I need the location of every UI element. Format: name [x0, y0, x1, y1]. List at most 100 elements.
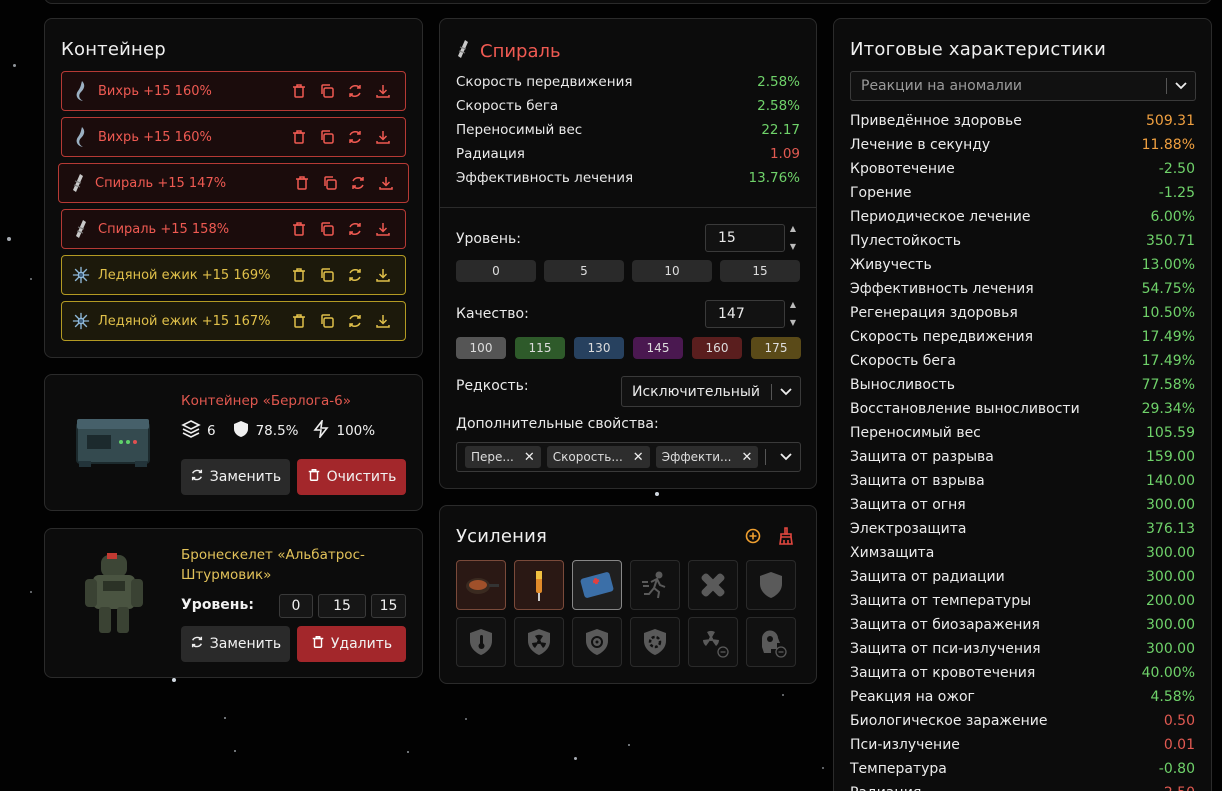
level-preset-button[interactable]: 0 [456, 260, 536, 282]
refresh-icon[interactable] [349, 175, 366, 192]
anomaly-reactions-select[interactable]: Реакции на аномалии [850, 71, 1196, 101]
artifact-row[interactable]: Ледяной ежик +15 169% [61, 255, 406, 295]
level-preset-button[interactable]: 10 [632, 260, 712, 282]
trash-icon[interactable] [290, 267, 307, 284]
boost-slot[interactable] [746, 617, 796, 667]
trash-icon[interactable] [290, 221, 307, 238]
quality-preset-button[interactable]: 175 [751, 337, 801, 359]
total-stat-label: Восстановление выносливости [850, 401, 1080, 417]
total-stat-label: Пулестойкость [850, 233, 962, 249]
total-stat-row: Восстановление выносливости 29.34% [850, 399, 1195, 419]
quality-stepper[interactable]: ▲ ▼ [788, 301, 798, 327]
armor-level-max[interactable]: 15 [371, 594, 406, 618]
armor-level-input[interactable]: 15 [318, 594, 366, 618]
artifact-header: Спираль [456, 39, 561, 63]
boost-slot[interactable] [456, 617, 506, 667]
artifact-row-name: Ледяной ежик +15 167% [98, 313, 271, 329]
refresh-icon[interactable] [346, 129, 363, 146]
total-stat-label: Электрозащита [850, 521, 967, 537]
boost-slot[interactable] [514, 560, 564, 610]
refresh-icon[interactable] [346, 313, 363, 330]
total-stat-row: Скорость бега 17.49% [850, 351, 1195, 371]
armor-level-min[interactable]: 0 [279, 594, 313, 618]
quality-preset-button[interactable]: 100 [456, 337, 506, 359]
chevron-down-icon [780, 449, 792, 465]
quality-preset-button[interactable]: 160 [692, 337, 742, 359]
refresh-icon[interactable] [346, 267, 363, 284]
close-icon[interactable]: ✕ [633, 450, 644, 465]
boost-slot[interactable] [688, 560, 738, 610]
delete-armor-button[interactable]: Удалить [297, 626, 406, 662]
boost-slot[interactable] [630, 617, 680, 667]
clear-container-button[interactable]: Очистить [297, 459, 406, 495]
copy-icon[interactable] [318, 129, 335, 146]
boost-slot[interactable] [688, 617, 738, 667]
artifact-row[interactable]: Ледяной ежик +15 167% [61, 301, 406, 341]
boost-slot[interactable] [630, 560, 680, 610]
quality-preset-button[interactable]: 145 [633, 337, 683, 359]
artifact-level-input[interactable]: 15 [705, 224, 785, 252]
copy-icon[interactable] [318, 221, 335, 238]
rarity-label: Редкость: [456, 378, 529, 394]
property-chip[interactable]: Скорость... ✕ [546, 446, 650, 468]
boost-slot[interactable] [572, 560, 622, 610]
total-stat-value: 13.00% [1141, 257, 1195, 273]
property-chip[interactable]: Эффекти... ✕ [655, 446, 759, 468]
level-preset-button[interactable]: 15 [720, 260, 800, 282]
copy-icon[interactable] [321, 175, 338, 192]
boost-slot[interactable] [514, 617, 564, 667]
add-circle-icon[interactable] [745, 528, 761, 548]
quality-preset-button[interactable]: 115 [515, 337, 565, 359]
download-icon[interactable] [377, 175, 394, 192]
property-chip[interactable]: Пере... ✕ [465, 446, 541, 468]
artifact-row[interactable]: Вихрь +15 160% [61, 117, 406, 157]
trash-icon [311, 635, 325, 653]
total-stat-label: Горение [850, 185, 912, 201]
download-icon[interactable] [374, 313, 391, 330]
copy-icon[interactable] [318, 313, 335, 330]
quality-preset-button[interactable]: 130 [574, 337, 624, 359]
total-stat-value: 4.58% [1150, 689, 1195, 705]
artifact-row-actions [290, 313, 391, 330]
download-icon[interactable] [374, 221, 391, 238]
copy-icon[interactable] [318, 83, 335, 100]
artifact-row[interactable]: Вихрь +15 160% [61, 71, 406, 111]
boost-slot[interactable] [456, 560, 506, 610]
trash-icon[interactable] [290, 129, 307, 146]
download-icon[interactable] [374, 267, 391, 284]
total-stat-row: Пси-излучение 0.01 [850, 735, 1195, 755]
trash-icon[interactable] [293, 175, 310, 192]
brush-clear-icon[interactable] [778, 527, 794, 549]
artifact-row[interactable]: Спираль +15 158% [61, 209, 406, 249]
boosts-title: Усиления [456, 526, 548, 547]
replace-label: Заменить [209, 636, 282, 652]
stat-label: Переносимый вес [456, 122, 583, 138]
artifact-row[interactable]: Спираль +15 147% [58, 163, 409, 203]
download-icon[interactable] [374, 83, 391, 100]
boost-slot[interactable] [746, 560, 796, 610]
close-icon[interactable]: ✕ [741, 450, 752, 465]
container-panel-title: Контейнер [61, 39, 166, 60]
total-stat-value: 10.50% [1141, 305, 1195, 321]
total-stat-value: 350.71 [1146, 233, 1195, 249]
extra-properties-select[interactable]: Пере... ✕ Скорость... ✕ Эффекти... ✕ [456, 442, 801, 472]
copy-icon[interactable] [318, 267, 335, 284]
boost-slot[interactable] [572, 617, 622, 667]
level-preset-button[interactable]: 5 [544, 260, 624, 282]
total-stat-row: Кровотечение -2.50 [850, 159, 1195, 179]
rarity-select[interactable]: Исключительный [621, 376, 801, 407]
total-stat-label: Скорость бега [850, 353, 956, 369]
artifact-stat-row: Радиация 1.09 [456, 146, 800, 162]
trash-icon[interactable] [290, 83, 307, 100]
download-icon[interactable] [374, 129, 391, 146]
replace-container-button[interactable]: Заменить [181, 459, 290, 495]
container-card-name: Контейнер «Берлога-6» [181, 393, 351, 409]
trash-icon[interactable] [290, 313, 307, 330]
total-stat-label: Лечение в секунду [850, 137, 991, 153]
refresh-icon[interactable] [346, 221, 363, 238]
refresh-icon[interactable] [346, 83, 363, 100]
replace-armor-button[interactable]: Заменить [181, 626, 290, 662]
artifact-quality-input[interactable]: 147 [705, 300, 785, 328]
close-icon[interactable]: ✕ [524, 450, 535, 465]
level-stepper[interactable]: ▲ ▼ [788, 225, 798, 251]
